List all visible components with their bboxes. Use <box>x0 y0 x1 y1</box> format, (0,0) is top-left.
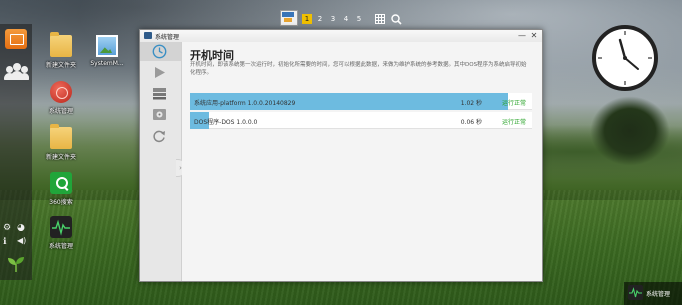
boot-time-row[interactable]: 系统应用-platform 1.0.0.20140829 1.02 秒 运行正常 <box>190 93 532 110</box>
desktop-icon-label: 系统管理 <box>48 108 73 115</box>
desktop-icon-system-manager[interactable]: 系统管理 <box>41 216 81 250</box>
palette-icon[interactable]: ◕ <box>17 223 25 233</box>
page-button-4[interactable]: 4 <box>341 14 351 24</box>
close-button[interactable]: ✕ <box>528 30 540 42</box>
page-button-3[interactable]: 3 <box>328 14 338 24</box>
page-button-2[interactable]: 2 <box>315 14 325 24</box>
activity-monitor-icon <box>628 285 643 300</box>
system-manager-window: 系统管理 — ✕ › 开机时间 开机时间，即该系统第一次运行时，初始化所需要的时… <box>139 29 543 282</box>
clock-icon <box>152 44 167 59</box>
grid-icon[interactable] <box>375 14 385 24</box>
row-name: DOS程序-DOS 1.0.0.0 <box>194 119 258 126</box>
desktop-icon-systemm[interactable]: SystemM... <box>87 35 127 67</box>
users-icon[interactable] <box>4 62 29 80</box>
left-sidebar: ⚙ ◕ ℹ ◀) <box>0 24 32 280</box>
play-icon <box>155 67 165 78</box>
desktop-thumbnail-icon[interactable] <box>280 10 298 26</box>
seal-icon <box>50 81 72 103</box>
tab-refresh[interactable] <box>140 126 181 145</box>
app-icon <box>144 32 152 39</box>
page-switcher: 12345 <box>302 14 367 25</box>
desktop-icon-label: 新建文件夹 <box>45 154 76 161</box>
sidebar-tools: ⚙ ◕ ℹ ◀) <box>0 221 32 251</box>
desktop-icon-label: 360搜索 <box>49 199 73 206</box>
taskbar-item-system-manager[interactable]: 系统管理 <box>624 282 682 305</box>
tab-start[interactable] <box>140 63 181 82</box>
sprout-icon[interactable] <box>6 256 26 272</box>
folder-icon <box>50 32 72 57</box>
volume-icon[interactable]: ◀) <box>17 236 26 245</box>
minimize-button[interactable]: — <box>516 30 528 42</box>
image-icon <box>96 35 118 57</box>
desktop-icon-label: 系统管理 <box>48 243 73 250</box>
page-button-1[interactable]: 1 <box>302 14 312 24</box>
folder-icon <box>50 124 72 149</box>
activity-monitor-icon <box>50 216 72 238</box>
page-description: 开机时间，即该系统第一次运行时，初始化所需要的时间，您可以根据此数据，来做为维护… <box>190 62 527 76</box>
gear-icon[interactable]: ⚙ <box>3 223 11 233</box>
window-sidebar: › <box>140 42 186 281</box>
desktop-icon-label: 新建文件夹 <box>45 62 76 69</box>
top-dock: 12345 <box>276 10 408 28</box>
app-store-icon[interactable] <box>5 29 27 49</box>
desktop-icon-new-folder-1[interactable]: 新建文件夹 <box>41 32 81 69</box>
row-time: 1.02 秒 <box>460 100 482 107</box>
clock-widget <box>592 25 658 91</box>
page-button-5[interactable]: 5 <box>354 14 364 24</box>
boot-time-panel: 开机时间 开机时间，即该系统第一次运行时，初始化所需要的时间，您可以根据此数据，… <box>182 42 542 281</box>
360-search-icon <box>50 172 72 194</box>
search-icon[interactable] <box>391 14 402 25</box>
taskbar-item-label: 系统管理 <box>646 291 671 298</box>
tab-layers[interactable] <box>140 84 181 103</box>
row-time: 0.06 秒 <box>460 119 482 126</box>
tree <box>590 96 670 166</box>
row-status: 运行正常 <box>501 100 526 107</box>
row-name: 系统应用-platform 1.0.0.20140829 <box>194 100 296 107</box>
tab-disk[interactable] <box>140 105 181 124</box>
desktop-icon-360-search[interactable]: 360搜索 <box>41 172 81 206</box>
disk-icon <box>153 109 166 120</box>
refresh-icon <box>153 130 165 143</box>
window-title: 系统管理 <box>155 34 180 41</box>
desktop-icon-new-folder-2[interactable]: 新建文件夹 <box>41 124 81 161</box>
stack-icon <box>153 88 166 100</box>
row-status: 运行正常 <box>501 119 526 126</box>
tab-boot-time[interactable] <box>140 42 181 61</box>
info-icon[interactable]: ℹ <box>3 237 6 247</box>
desktop-icon-system-manager-seal[interactable]: 系统管理 <box>41 81 81 115</box>
desktop-icon-label: SystemM... <box>90 60 124 67</box>
boot-time-row[interactable]: DOS程序-DOS 1.0.0.0 0.06 秒 运行正常 <box>190 112 532 129</box>
